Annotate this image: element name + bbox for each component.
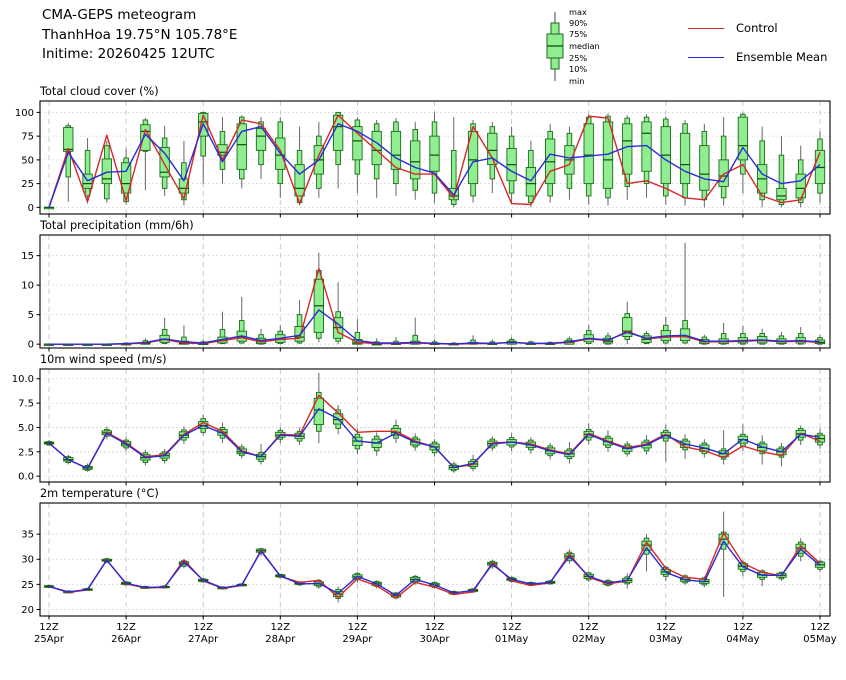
svg-text:max: max (569, 7, 587, 17)
x-tick-label-04May: 12Z04May (708, 622, 778, 646)
meteogram-app: CMA-GEPS meteogram ThanhHoa 19.75°N 105.… (0, 0, 846, 680)
x-tick-label-01May: 12Z01May (477, 622, 547, 646)
x-tick-label-28Apr: 12Z28Apr (245, 622, 315, 646)
x-tick-label-29Apr: 12Z29Apr (322, 622, 392, 646)
svg-text:0: 0 (28, 203, 34, 214)
legend-item-ensemble-mean: Ensemble Mean (688, 47, 827, 67)
svg-text:20: 20 (21, 605, 34, 616)
svg-text:10.0: 10.0 (12, 374, 34, 385)
svg-text:5.0: 5.0 (18, 423, 34, 434)
svg-text:2.5: 2.5 (18, 447, 34, 458)
total-precipitation-panel: 0 5 10 15 Total precipitation (mm/6h) (0, 218, 846, 352)
total-cloud-cover-title: Total cloud cover (%) (39, 85, 159, 98)
page-title: CMA-GEPS meteogram (42, 6, 237, 26)
svg-text:median: median (569, 41, 600, 51)
temperature-2m-title: 2m temperature (°C) (40, 487, 159, 500)
legend-label-ensemble-mean: Ensemble Mean (736, 50, 827, 64)
ensemble-mean-line-swatch (688, 57, 724, 58)
total-precipitation-title: Total precipitation (mm/6h) (39, 219, 194, 232)
svg-text:0: 0 (28, 340, 34, 351)
svg-text:75: 75 (21, 132, 34, 143)
svg-text:100: 100 (15, 108, 34, 119)
legend-item-control: Control (688, 18, 827, 38)
svg-text:5: 5 (28, 310, 34, 321)
legend-label-control: Control (736, 21, 778, 35)
svg-text:30: 30 (21, 555, 34, 566)
x-tick-label-26Apr: 12Z26Apr (91, 622, 161, 646)
svg-text:10: 10 (21, 281, 34, 292)
svg-text:75%: 75% (569, 29, 587, 39)
wind-speed-10m-title: 10m wind speed (m/s) (40, 353, 167, 366)
meteogram-panels: 0 25 50 75 100 Total cloud cover (%) 0 5 10 15 Tot… (0, 84, 846, 620)
x-tick-label-27Apr: 12Z27Apr (168, 622, 238, 646)
x-axis-labels: 12Z25Apr 12Z26Apr 12Z27Apr 12Z28Apr 12Z29Apr… (0, 620, 846, 660)
svg-text:35: 35 (21, 530, 34, 541)
svg-text:7.5: 7.5 (18, 399, 34, 410)
header-titles: CMA-GEPS meteogram ThanhHoa 19.75°N 105.… (42, 6, 237, 65)
svg-text:15: 15 (21, 251, 34, 262)
svg-text:90%: 90% (569, 18, 587, 28)
svg-text:50: 50 (21, 155, 34, 166)
header: CMA-GEPS meteogram ThanhHoa 19.75°N 105.… (0, 0, 846, 84)
svg-text:0.0: 0.0 (18, 472, 34, 483)
svg-text:25: 25 (21, 179, 34, 190)
station-location: ThanhHoa 19.75°N 105.78°E (42, 26, 237, 46)
init-time: Initime: 20260425 12UTC (42, 45, 237, 65)
control-line-swatch (688, 28, 724, 29)
boxplot-legend-glyph: max90%75% median 25%10% min (538, 4, 668, 88)
svg-text:25%: 25% (569, 53, 587, 63)
temperature-2m-panel: 20 25 30 35 2m temperature (°C) (0, 486, 846, 620)
svg-text:min: min (569, 76, 584, 86)
x-tick-label-30Apr: 12Z30Apr (400, 622, 470, 646)
svg-text:10%: 10% (569, 64, 587, 74)
boxplot-legend: max90%75% median 25%10% min (538, 4, 668, 92)
line-legend: Control Ensemble Mean (688, 18, 827, 76)
x-tick-label-02May: 12Z02May (554, 622, 624, 646)
wind-speed-10m-panel: 0.0 2.5 5.0 7.5 10.0 10m wind speed (m/s) (0, 352, 846, 486)
x-tick-label-03May: 12Z03May (631, 622, 701, 646)
x-tick-label-25Apr: 12Z25Apr (14, 622, 84, 646)
x-tick-label-05May: 12Z05May (785, 622, 846, 646)
total-cloud-cover-panel: 0 25 50 75 100 Total cloud cover (%) (0, 84, 846, 218)
svg-text:25: 25 (21, 580, 34, 591)
